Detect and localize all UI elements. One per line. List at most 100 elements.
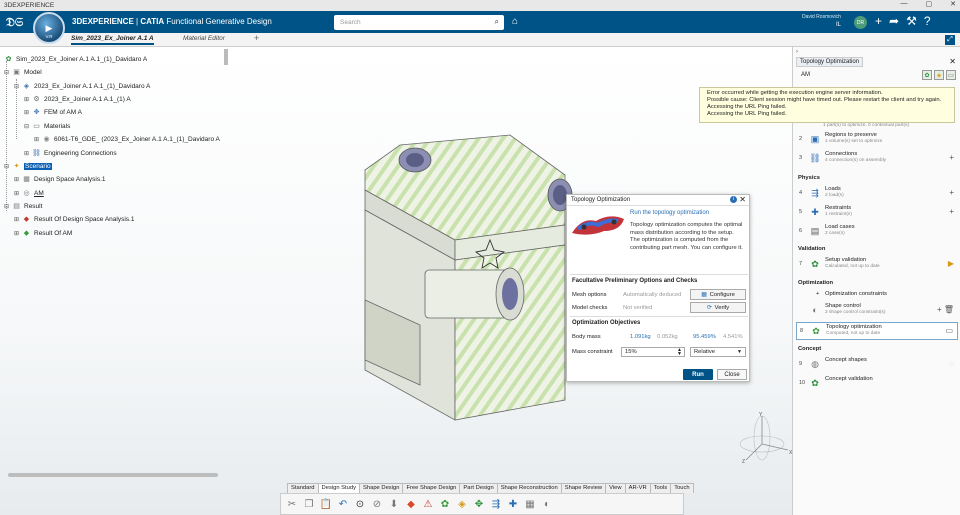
panel-collapse-icon[interactable]: › [796,49,798,55]
tab-design-study[interactable]: Design Study [317,483,361,493]
tab-part-design[interactable]: Part Design [459,483,498,493]
mass-constraint-input[interactable]: 15% ▲ ▼ [621,347,685,357]
mesh-icon[interactable]: ▦ [523,497,537,511]
configure-icon: ▦ [701,291,707,298]
configure-button[interactable]: ▦ Configure [690,289,746,300]
tab-shape-reconstruction[interactable]: Shape Reconstruction [496,483,562,493]
share-icon[interactable]: ➦ [889,14,899,28]
maximize-icon[interactable]: ▢ [926,0,933,8]
topology-icon[interactable]: ✿ [438,497,452,511]
tree-item-model[interactable]: ⊟ ▣ Model [4,66,42,78]
tab-shape-review[interactable]: Shape Review [560,483,607,493]
load-cases-item[interactable]: 6 ▤ Load cases 2 case(s) [796,223,958,241]
mass-mode-select[interactable]: Relative ▼ [690,347,746,357]
tab-material-editor[interactable]: Material Editor [183,35,225,42]
warning-icon[interactable]: ⚠ [421,497,435,511]
tab-touch[interactable]: Touch [670,483,694,493]
loads-item[interactable]: 4 ⇶ Loads 2 load(s) + [796,185,958,203]
tree-item-root[interactable]: ✿ Sim_2023_Ex_Joiner A.1 A.1_(1)_Davidaro… [4,53,148,65]
tab-standard[interactable]: Standard [287,483,319,493]
tree-item-material[interactable]: ⊞ ◉ 6061-T6_GDE_ (2023_Ex_Joiner A.1 A.1_(… [34,133,220,145]
tab-free-shape-design[interactable]: Free Shape Design [402,483,461,493]
restraints-icon[interactable]: ✚ [506,497,520,511]
undo-icon[interactable]: ↶ [336,497,350,511]
concept-action-icon[interactable]: ◌ [949,359,954,368]
panel-close-icon[interactable]: ✕ [949,57,956,66]
close-window-icon[interactable]: ✕ [950,0,956,8]
tree-item-fem[interactable]: ⊞ ✥ FEM of AM A [24,106,82,118]
panel-action-icon-1[interactable]: ✿ [922,70,932,80]
tree-item-result[interactable]: ⊟ ▤ Result [4,200,42,212]
measure-icon[interactable]: ⊙ [353,497,367,511]
tools-icon[interactable]: ⚒ [906,14,917,28]
add-connection-icon[interactable]: + [949,153,954,162]
joiner-part-model[interactable] [360,130,590,430]
topology-optimization-item[interactable]: 8 ✿ Topology optimization Computed, not … [796,322,958,340]
panel-action-icon-2[interactable]: ◈ [934,70,944,80]
tree-item-result-am[interactable]: ⊞ ◆ Result Of AM [14,227,72,239]
regions-to-preserve-item[interactable]: 2 ▣ Regions to preserve 1 volume(s) set … [796,131,958,149]
loads-icon[interactable]: ⇶ [489,497,503,511]
tab-sim[interactable]: Sim_2023_Ex_Joiner A.1 A [71,35,154,45]
cut-icon[interactable]: ✂ [285,497,299,511]
concept-validation-item[interactable]: 10 ✿ Concept validation [796,375,958,393]
panel-action-icon-3[interactable]: ▭ [946,70,956,80]
minimize-icon[interactable]: — [901,0,908,8]
tab-view[interactable]: View [605,483,626,493]
user-info[interactable]: David Rosmovich IL [802,14,841,28]
ds-logo-icon[interactable]: 𝔇𝔖 [6,15,23,30]
tree-scrollbar[interactable] [224,49,228,65]
tree-item-connections[interactable]: ⊞ ⛓ Engineering Connections [24,147,117,159]
connections-icon[interactable]: ✥ [472,497,486,511]
compass-icon[interactable]: ▶ V.R [33,12,65,44]
tree-item-dsa[interactable]: ⊞ ▦ Design Space Analysis.1 [14,173,106,185]
restraints-item[interactable]: 5 ✚ Restraints 1 restraint(s) + [796,204,958,222]
paste-icon[interactable]: 📋 [319,497,333,511]
tree-item-materials[interactable]: ⊟ ▭ Materials [24,120,70,132]
run-optimization-link[interactable]: Run the topology optimization [630,210,709,216]
setup-validation-item[interactable]: 7 ✿ Setup validation Calculated, not up … [796,256,958,274]
add-icon[interactable]: + [875,14,882,28]
tree-item-scenario[interactable]: ⊟ ✦ Scenario [4,160,52,172]
add-load-icon[interactable]: + [949,188,954,197]
shape-control-actions-icon[interactable]: + 🗑 [937,305,954,314]
search-icon[interactable]: ⌕ [495,17,499,27]
apply-material-icon[interactable]: ⬇ [387,497,401,511]
shape-control-item[interactable]: ◐ Shape control 2 shape control constrai… [796,302,958,320]
concept-shapes-item[interactable]: 9 ◍ Concept shapes ◌ [796,356,958,374]
hide-icon[interactable]: ⊘ [370,497,384,511]
tree-item-am[interactable]: ⊞ ◎ AM [14,187,44,199]
info-icon[interactable]: i [730,196,737,203]
search-input[interactable]: Search ⌕ [334,15,504,30]
verify-button[interactable]: ⟳ Verify [690,302,746,313]
close-icon[interactable]: ✕ [739,195,746,204]
tab-tools[interactable]: Tools [649,483,672,493]
expand-icon[interactable]: ⤢ [945,35,955,45]
close-button[interactable]: Close [717,369,747,380]
tab-shape-design[interactable]: Shape Design [359,483,404,493]
run-button[interactable]: Run [683,369,713,380]
visualization-icon[interactable]: ◐ [540,497,554,511]
tree-item-product[interactable]: ⊟ ◈ 2023_Ex_Joiner A.1 A.1_(1)_Davidaro A [14,80,150,92]
tag-icon[interactable]: ⌂ [512,16,518,27]
run-validation-icon[interactable]: ▶ [948,259,954,268]
add-restraint-icon[interactable]: + [949,207,954,216]
tree-item-part[interactable]: ⊞ ⚙ 2023_Ex_Joiner A.1 A.1_(1) A [24,93,131,105]
connections-item[interactable]: 3 ⛓ Connections 4 connection(s) on assem… [796,150,958,168]
regions-icon[interactable]: ◈ [455,497,469,511]
panel-header: Topology Optimization ✕ [796,57,958,67]
optimization-constraints-item[interactable]: + Optimization constraints [796,290,958,301]
axis-triad[interactable]: Y X Z [732,410,796,466]
connections-icon: ⛓ [809,152,821,163]
horizontal-scrollbar[interactable] [8,473,218,477]
add-tab-button[interactable]: + [254,33,259,43]
mass-constraint-label: Mass constraint [572,349,613,355]
material-palette-icon[interactable]: ◆ [404,497,418,511]
help-icon[interactable]: ? [924,14,931,28]
copy-icon[interactable]: ❐ [302,497,316,511]
avatar[interactable]: DR [854,16,867,29]
optimization-settings-icon[interactable]: ▭ [945,326,953,335]
spinner-icon[interactable]: ▲ ▼ [677,348,682,357]
tree-item-result-dsa[interactable]: ⊞ ◆ Result Of Design Space Analysis.1 [14,213,134,225]
tab-ar-vr[interactable]: AR-VR [624,483,651,493]
